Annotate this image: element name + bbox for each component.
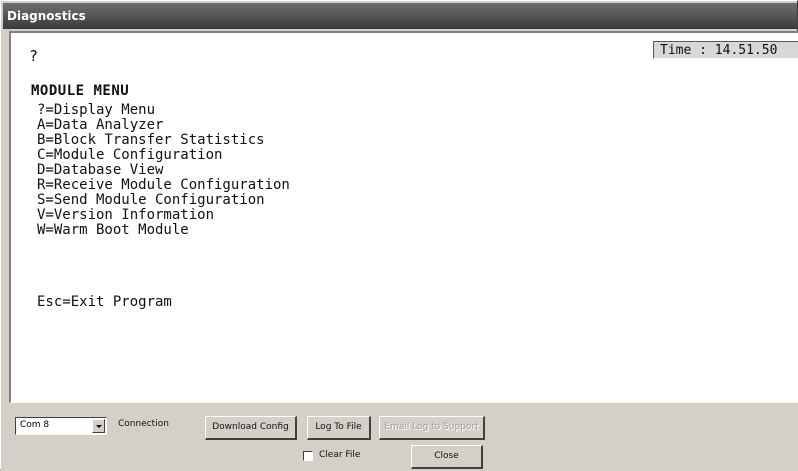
time-display: Time : 14.51.50 (653, 41, 798, 59)
menu-item-data-analyzer: A=Data Analyzer (37, 117, 164, 133)
menu-item-warm-boot-module: W=Warm Boot Module (37, 222, 189, 238)
port-select[interactable]: Com 8 (15, 417, 107, 435)
diagnostics-window: Diagnostics Time : 14.51.50 ? MODULE MEN… (0, 0, 798, 471)
menu-item-block-transfer-statistics: B=Block Transfer Statistics (37, 132, 265, 148)
terminal-output[interactable]: Time : 14.51.50 ? MODULE MENU ?=Display … (9, 31, 798, 403)
connection-label: Connection (118, 419, 169, 429)
download-config-button[interactable]: Download Config (205, 416, 297, 440)
menu-item-module-configuration: C=Module Configuration (37, 147, 223, 163)
clear-file-checkbox[interactable] (303, 451, 313, 461)
chevron-down-icon[interactable] (92, 419, 105, 433)
menu-list: ?=Display Menu A=Data Analyzer B=Block T… (37, 103, 290, 238)
menu-item-display-menu: ?=Display Menu (37, 102, 156, 118)
menu-title: MODULE MENU (31, 83, 130, 99)
menu-item-version-information: V=Version Information (37, 207, 215, 223)
prompt-line: ? (29, 47, 39, 65)
clear-file-label: Clear File (319, 450, 361, 460)
log-to-file-button[interactable]: Log To File (307, 416, 371, 440)
port-select-value: Com 8 (20, 420, 50, 430)
window-title: Diagnostics (7, 9, 86, 23)
exit-program-line: Esc=Exit Program (37, 294, 172, 310)
title-bar[interactable]: Diagnostics (3, 3, 797, 29)
menu-item-database-view: D=Database View (37, 162, 164, 178)
menu-item-send-module-configuration: S=Send Module Configuration (37, 192, 265, 208)
email-log-to-support-button[interactable]: Email Log to Support (379, 416, 485, 440)
close-button[interactable]: Close (411, 445, 483, 469)
bottom-toolbar: Com 8 Connection Download Config Log To … (1, 403, 798, 471)
menu-item-receive-module-configuration: R=Receive Module Configuration (37, 177, 290, 193)
